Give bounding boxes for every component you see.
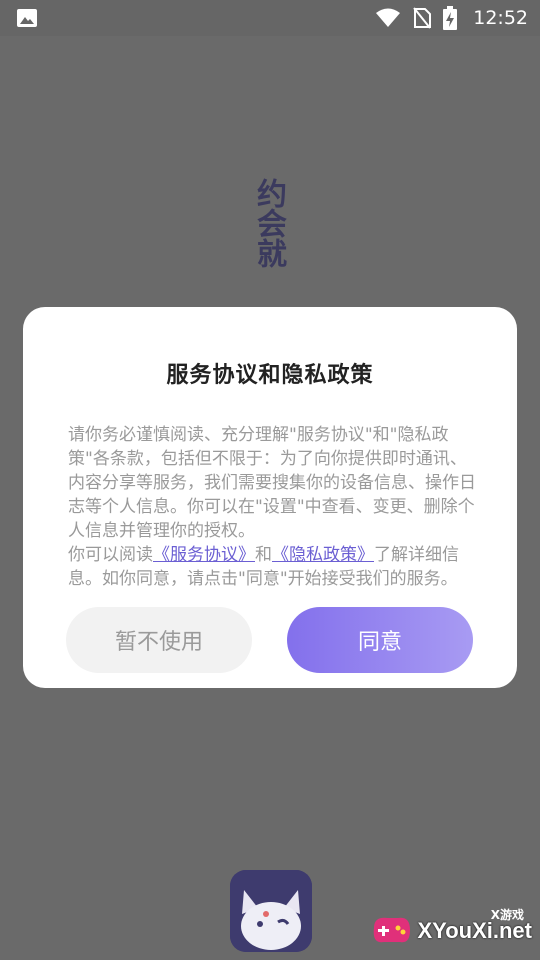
watermark-main-text: XYouXi.net xyxy=(417,918,533,943)
gamepad-icon xyxy=(373,917,410,943)
service-agreement-link[interactable]: 《服务协议》 xyxy=(153,545,255,565)
status-icons: 12:52 xyxy=(375,6,528,30)
wifi-icon xyxy=(376,8,401,27)
dialog-paragraph-2: 你可以阅读《服务协议》和《隐私政策》了解详细信息。如你同意，请点击"同意"开始接… xyxy=(68,543,476,591)
no-sim-icon xyxy=(413,7,432,29)
battery-charging-icon xyxy=(443,6,458,30)
dialog-paragraph-1: 请你务必谨慎阅读、充分理解"服务协议"和"隐私政策"各条款，包括但不限于：为了向… xyxy=(68,425,476,541)
dialog-body: 请你务必谨慎阅读、充分理解"服务协议"和"隐私政策"各条款，包括但不限于：为了向… xyxy=(68,423,476,591)
paragraph-2-and: 和 xyxy=(255,545,272,565)
paragraph-2-prefix: 你可以阅读 xyxy=(68,545,153,565)
site-watermark: X游戏 XYouXi.net xyxy=(364,900,540,960)
dialog-title: 服务协议和隐私政策 xyxy=(166,363,374,388)
background-title: 约会就 xyxy=(251,178,286,268)
image-icon xyxy=(17,9,37,27)
agree-button[interactable]: 同意 xyxy=(287,607,473,673)
decline-button[interactable]: 暂不使用 xyxy=(66,607,252,673)
privacy-dialog: 服务协议和隐私政策 请你务必谨慎阅读、充分理解"服务协议"和"隐私政策"各条款，… xyxy=(23,307,517,688)
status-bar: 12:52 xyxy=(0,0,540,36)
cat-logo-icon xyxy=(230,870,312,952)
status-time: 12:52 xyxy=(473,7,528,29)
privacy-policy-link[interactable]: 《隐私政策》 xyxy=(272,545,374,565)
app-logo xyxy=(230,870,312,952)
